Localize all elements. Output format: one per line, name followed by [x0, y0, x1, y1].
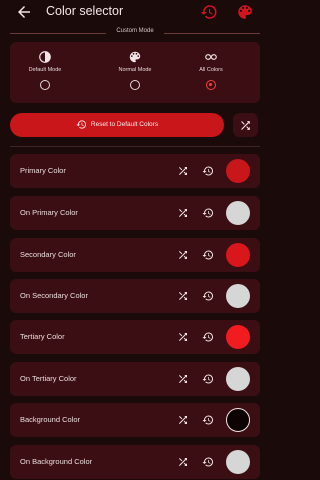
color-label: On Secondary Color	[20, 291, 88, 300]
shuffle-icon[interactable]	[177, 290, 189, 302]
color-row-secondary[interactable]: Secondary Color	[10, 238, 260, 272]
color-label: Secondary Color	[20, 250, 76, 259]
color-label: On Primary Color	[20, 208, 78, 217]
history-icon	[76, 120, 86, 129]
color-label: On Tertiary Color	[20, 374, 77, 383]
mode-radio[interactable]	[130, 80, 140, 90]
color-label: Background Color	[20, 415, 81, 424]
mode-radio[interactable]	[40, 80, 50, 90]
color-swatch[interactable]	[226, 201, 250, 225]
shuffle-icon[interactable]	[177, 331, 189, 343]
color-row-on-background[interactable]: On Background Color	[10, 445, 260, 479]
color-row-on-primary[interactable]: On Primary Color	[10, 196, 260, 230]
palette-icon	[129, 51, 141, 63]
shuffle-icon[interactable]	[177, 373, 189, 385]
shuffle-icon[interactable]	[177, 414, 189, 426]
app-bar: Color selector	[0, 0, 270, 26]
mode-radio-selected[interactable]	[206, 80, 216, 90]
history-icon[interactable]	[200, 3, 218, 21]
color-swatch[interactable]	[226, 450, 250, 474]
infinity-icon	[205, 54, 217, 60]
section-header: Custom Mode	[10, 27, 260, 39]
color-swatch[interactable]	[226, 159, 250, 183]
color-label: Tertiary Color	[20, 332, 65, 341]
history-icon[interactable]	[202, 456, 214, 468]
history-icon[interactable]	[202, 207, 214, 219]
shuffle-icon[interactable]	[177, 249, 189, 261]
color-row-tertiary[interactable]: Tertiary Color	[10, 320, 260, 354]
back-arrow-icon[interactable]	[14, 3, 34, 21]
history-icon[interactable]	[202, 249, 214, 261]
shuffle-icon[interactable]	[177, 165, 189, 177]
palette-icon[interactable]	[236, 3, 254, 21]
mode-label: All Colors	[199, 67, 223, 73]
shuffle-icon	[241, 121, 250, 130]
color-row-background[interactable]: Background Color	[10, 403, 260, 437]
color-label: Primary Color	[20, 166, 66, 175]
list-divider	[10, 146, 260, 147]
shuffle-icon[interactable]	[177, 456, 189, 468]
mode-label: Default Mode	[28, 67, 62, 73]
history-icon[interactable]	[202, 290, 214, 302]
color-swatch[interactable]	[226, 325, 250, 349]
color-row-primary[interactable]: Primary Color	[10, 154, 260, 188]
history-icon[interactable]	[202, 414, 214, 426]
history-icon[interactable]	[202, 165, 214, 177]
color-swatch[interactable]	[226, 243, 250, 267]
mode-option-normal[interactable]: Normal Mode	[100, 50, 170, 90]
color-swatch[interactable]	[226, 408, 250, 432]
mode-option-default[interactable]: Default Mode	[10, 50, 80, 90]
section-title: Custom Mode	[116, 28, 154, 34]
color-swatch[interactable]	[226, 284, 250, 308]
history-icon[interactable]	[202, 373, 214, 385]
shuffle-icon[interactable]	[177, 207, 189, 219]
color-swatch[interactable]	[226, 367, 250, 391]
color-row-on-secondary[interactable]: On Secondary Color	[10, 279, 260, 313]
page-title: Color selector	[46, 4, 124, 18]
color-label: On Background Color	[20, 457, 93, 466]
color-row-on-tertiary[interactable]: On Tertiary Color	[10, 362, 260, 396]
reset-label: Reset to Default Colors	[90, 121, 159, 128]
mode-label: Normal Mode	[118, 67, 152, 73]
reset-colors-button[interactable]: Reset to Default Colors	[10, 113, 224, 137]
history-icon[interactable]	[202, 331, 214, 343]
shuffle-all-button[interactable]	[233, 113, 258, 137]
contrast-icon	[39, 51, 51, 63]
mode-option-all-colors[interactable]: All Colors	[176, 50, 246, 90]
mode-selector-card: Default Mode Normal Mode All Colors	[10, 42, 260, 103]
